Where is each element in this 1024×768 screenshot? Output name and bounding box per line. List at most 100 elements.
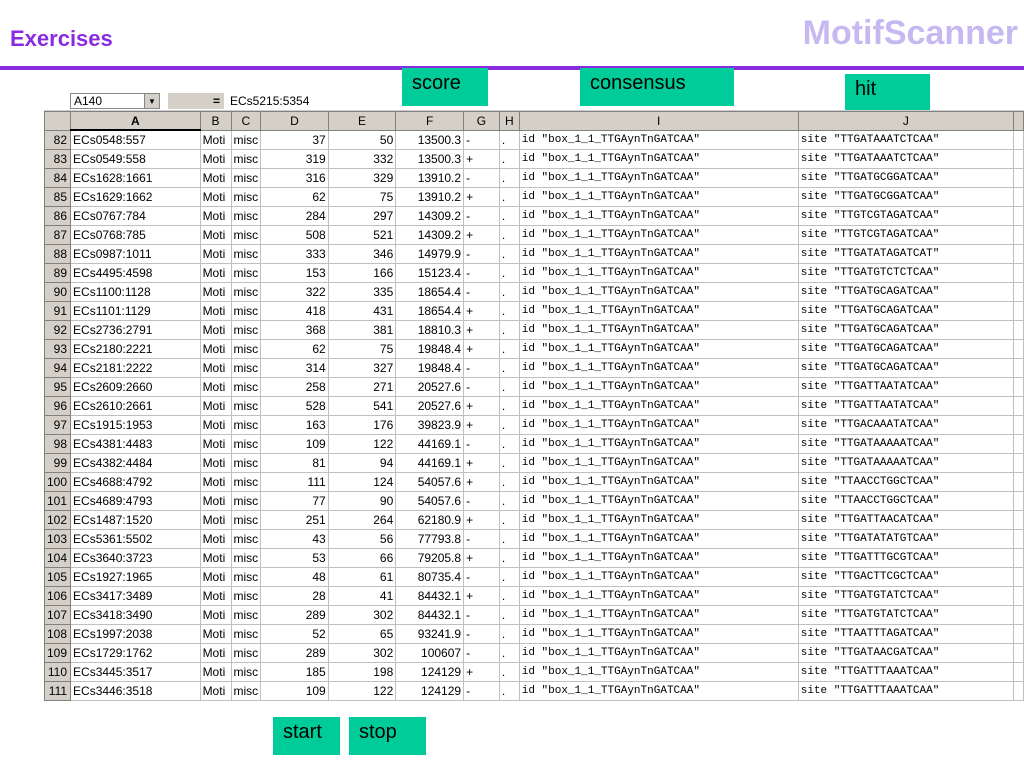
cell[interactable]: Moti [199, 339, 232, 359]
cell[interactable]: 322 [260, 282, 329, 302]
cell[interactable]: site "TTGTCGTAGATCAA" [797, 225, 1014, 245]
cell[interactable]: Moti [199, 301, 232, 321]
cell[interactable]: misc [230, 396, 262, 416]
column-header[interactable]: G [463, 111, 500, 131]
select-all-corner[interactable] [44, 111, 72, 131]
cell[interactable]: 20527.6 [395, 396, 465, 416]
cell[interactable]: misc [230, 129, 262, 150]
cell[interactable]: site "TTGATATATGTCAA" [797, 529, 1014, 549]
cell[interactable]: 39823.9 [395, 415, 465, 435]
cell[interactable]: site "TTGATGTATCTCAA" [797, 605, 1014, 625]
cell[interactable]: misc [230, 662, 262, 682]
cell[interactable]: id "box_1_1_TTGAynTnGATCAA" [518, 510, 799, 530]
cell[interactable]: . [498, 206, 520, 226]
cell[interactable]: 333 [260, 244, 329, 264]
cell[interactable] [1012, 529, 1024, 549]
cell[interactable]: 53 [260, 548, 329, 568]
cell[interactable]: site "TTGATAAAAATCAA" [797, 453, 1014, 473]
cell[interactable]: 13910.2 [395, 187, 465, 207]
cell[interactable]: 368 [260, 320, 329, 340]
cell[interactable]: misc [230, 206, 262, 226]
cell[interactable]: - [463, 681, 500, 701]
cell[interactable]: . [498, 187, 520, 207]
cell[interactable]: site "TTGATGCAGATCAA" [797, 320, 1014, 340]
row-header[interactable]: 89 [44, 263, 72, 283]
cell[interactable]: 75 [327, 339, 397, 359]
cell[interactable]: 166 [327, 263, 397, 283]
cell[interactable]: site "TTAACCTGGCTCAA" [797, 491, 1014, 511]
row-header[interactable]: 100 [44, 472, 72, 492]
cell[interactable]: ECs3640:3723 [70, 548, 201, 568]
cell[interactable]: 66 [327, 548, 397, 568]
cell[interactable]: Moti [199, 187, 232, 207]
cell[interactable]: misc [230, 168, 262, 188]
cell[interactable] [1012, 206, 1024, 226]
cell[interactable]: misc [230, 187, 262, 207]
cell[interactable]: . [498, 662, 520, 682]
cell[interactable]: ECs0548:557 [70, 129, 201, 150]
cell[interactable]: 297 [327, 206, 397, 226]
cell[interactable]: 176 [327, 415, 397, 435]
cell[interactable]: 80735.4 [395, 567, 465, 587]
cell[interactable] [1012, 320, 1024, 340]
cell[interactable]: 289 [260, 643, 329, 663]
cell[interactable]: Moti [199, 168, 232, 188]
cell[interactable]: . [498, 434, 520, 454]
cell[interactable]: 28 [260, 586, 329, 606]
cell[interactable]: 329 [327, 168, 397, 188]
cell[interactable]: 316 [260, 168, 329, 188]
cell[interactable]: 327 [327, 358, 397, 378]
row-header[interactable]: 109 [44, 643, 72, 663]
cell[interactable]: . [498, 263, 520, 283]
cell[interactable]: . [498, 415, 520, 435]
cell[interactable]: misc [230, 624, 262, 644]
cell[interactable]: misc [230, 567, 262, 587]
column-header[interactable]: E [327, 111, 397, 131]
cell[interactable] [1012, 567, 1024, 587]
cell[interactable]: Moti [199, 510, 232, 530]
cell[interactable]: + [463, 149, 500, 169]
cell[interactable]: - [463, 529, 500, 549]
row-header[interactable]: 87 [44, 225, 72, 245]
cell[interactable]: 258 [260, 377, 329, 397]
row-header[interactable]: 96 [44, 396, 72, 416]
cell[interactable]: Moti [199, 491, 232, 511]
cell[interactable]: - [463, 129, 500, 150]
cell[interactable]: misc [230, 548, 262, 568]
cell[interactable]: 14309.2 [395, 206, 465, 226]
cell[interactable]: 541 [327, 396, 397, 416]
cell[interactable]: - [463, 244, 500, 264]
cell[interactable]: site "TTGATTAACATCAA" [797, 510, 1014, 530]
cell[interactable]: Moti [199, 643, 232, 663]
cell[interactable]: id "box_1_1_TTGAynTnGATCAA" [518, 263, 799, 283]
cell[interactable]: misc [230, 358, 262, 378]
cell[interactable]: - [463, 282, 500, 302]
cell[interactable]: site "TTGATGCAGATCAA" [797, 339, 1014, 359]
cell[interactable]: 124 [327, 472, 397, 492]
cell[interactable]: 528 [260, 396, 329, 416]
cell[interactable]: 56 [327, 529, 397, 549]
cell[interactable]: 19848.4 [395, 358, 465, 378]
row-header[interactable]: 97 [44, 415, 72, 435]
row-header[interactable]: 92 [44, 320, 72, 340]
cell[interactable]: 54057.6 [395, 472, 465, 492]
cell[interactable]: id "box_1_1_TTGAynTnGATCAA" [518, 129, 799, 150]
cell[interactable]: ECs4689:4793 [70, 491, 201, 511]
cell[interactable]: + [463, 548, 500, 568]
cell[interactable]: id "box_1_1_TTGAynTnGATCAA" [518, 320, 799, 340]
cell[interactable]: ECs0987:1011 [70, 244, 201, 264]
cell[interactable]: 90 [327, 491, 397, 511]
cell[interactable]: misc [230, 586, 262, 606]
cell[interactable]: 84432.1 [395, 586, 465, 606]
cell[interactable]: 54057.6 [395, 491, 465, 511]
cell[interactable] [1012, 377, 1024, 397]
cell[interactable]: 75 [327, 187, 397, 207]
cell[interactable]: site "TTGATTTGCGTCAA" [797, 548, 1014, 568]
cell[interactable]: Moti [199, 548, 232, 568]
cell[interactable]: . [498, 567, 520, 587]
cell[interactable] [1012, 168, 1024, 188]
row-header[interactable]: 105 [44, 567, 72, 587]
cell[interactable] [1012, 681, 1024, 701]
column-header[interactable]: F [395, 111, 465, 131]
cell[interactable]: id "box_1_1_TTGAynTnGATCAA" [518, 529, 799, 549]
